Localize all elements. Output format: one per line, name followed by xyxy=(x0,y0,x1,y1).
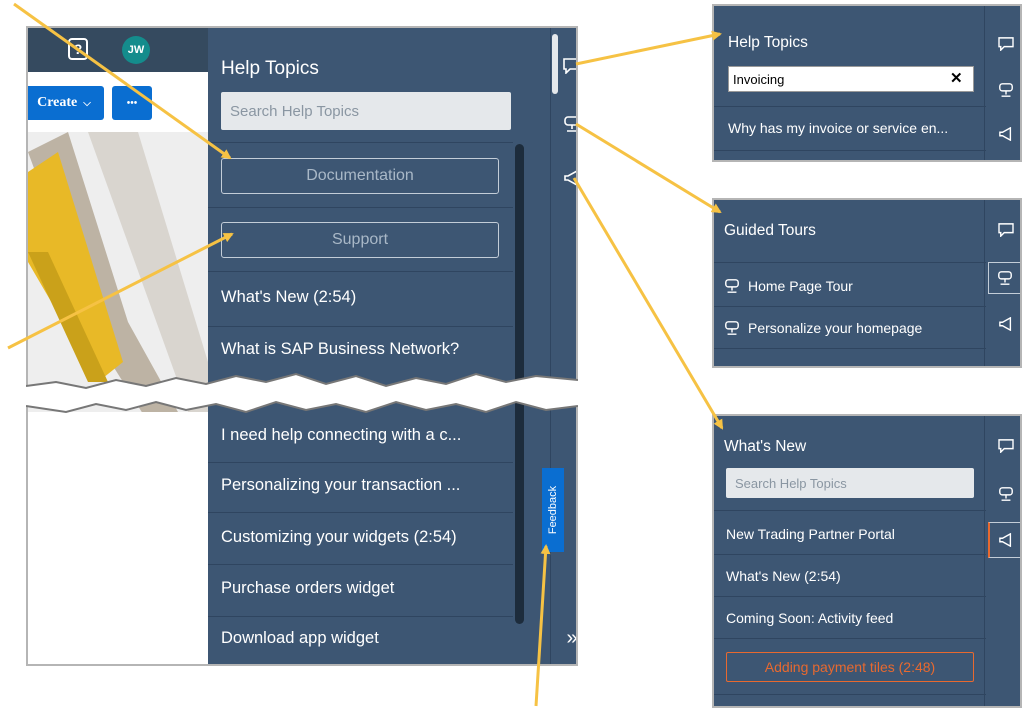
side-strip xyxy=(984,416,1020,706)
help-topics-chat-icon[interactable] xyxy=(994,434,1018,458)
avatar-initials: JW xyxy=(127,44,145,56)
more-actions-button[interactable]: ••• xyxy=(112,86,152,120)
help-panel: Help Topics Search Help Topics Documenta… xyxy=(208,28,550,664)
guided-tours-icon[interactable] xyxy=(561,112,576,136)
megaphone-icon[interactable] xyxy=(994,312,1018,336)
shell-bar: ? JW xyxy=(28,28,208,72)
guided-tours-icon[interactable] xyxy=(994,78,1018,102)
search-result-item[interactable]: Why has my invoice or service en... xyxy=(728,120,982,136)
list-item[interactable]: Customizing your widgets (2:54) xyxy=(221,528,511,547)
divider xyxy=(208,207,513,208)
divider xyxy=(208,512,513,513)
divider xyxy=(208,462,513,463)
help-panel-title: Help Topics xyxy=(221,58,319,79)
megaphone-icon[interactable] xyxy=(994,122,1018,146)
help-topics-search-panel: Help Topics Invoicing ✕ Why has my invoi… xyxy=(712,4,1022,162)
documentation-button[interactable]: Documentation xyxy=(221,158,499,194)
divider xyxy=(208,142,513,143)
create-button-label: Create xyxy=(37,95,78,110)
list-item[interactable]: What's New (2:54) xyxy=(726,568,982,584)
divider xyxy=(714,694,986,695)
list-item[interactable]: What's New (2:54) xyxy=(221,288,511,307)
megaphone-icon-active[interactable] xyxy=(988,522,1020,558)
create-button[interactable]: Create ⌵ xyxy=(28,86,104,120)
tour-item-label: Home Page Tour xyxy=(748,278,853,294)
help-topics-chat-icon[interactable] xyxy=(561,54,576,78)
divider xyxy=(714,106,986,107)
help-topics-chat-icon[interactable] xyxy=(994,218,1018,242)
divider xyxy=(714,150,986,151)
help-search-input[interactable]: Search Help Topics xyxy=(221,92,511,130)
list-item[interactable]: Purchase orders widget xyxy=(221,579,511,598)
torn-edge xyxy=(26,372,578,414)
chevron-down-icon: ⌵ xyxy=(83,97,91,109)
divider xyxy=(208,271,513,272)
help-topics-chat-icon[interactable] xyxy=(994,32,1018,56)
whats-new-panel: What's New Search Help Topics New Tradin… xyxy=(712,414,1022,708)
divider xyxy=(208,326,513,327)
collapse-panel-icon[interactable]: » xyxy=(561,626,576,650)
clear-icon[interactable]: ✕ xyxy=(950,69,963,87)
guided-tours-icon-active[interactable] xyxy=(988,262,1020,294)
guided-tours-icon[interactable] xyxy=(994,482,1018,506)
list-item[interactable]: I need help connecting with a c... xyxy=(221,426,511,445)
list-item[interactable]: New Trading Partner Portal xyxy=(726,526,982,542)
avatar[interactable]: JW xyxy=(122,36,150,64)
divider xyxy=(714,262,986,263)
tour-item-label: Personalize your homepage xyxy=(748,320,923,336)
feedback-tab[interactable]: Feedback xyxy=(542,468,564,552)
help-search-input[interactable]: Invoicing xyxy=(728,66,974,92)
list-item[interactable]: Personalizing your transaction ... xyxy=(221,476,511,495)
more-icon: ••• xyxy=(126,97,138,109)
search-value: Invoicing xyxy=(733,71,785,87)
callout-arrow-help-topics xyxy=(575,30,722,66)
help-search-input[interactable]: Search Help Topics xyxy=(726,468,974,498)
divider xyxy=(714,510,986,511)
divider xyxy=(714,596,986,597)
panel-title: Help Topics xyxy=(728,34,808,51)
main-screenshot: ? JW Create ⌵ ••• Help Topics Search Hel… xyxy=(26,26,578,666)
guided-tours-panel: Guided Tours Home Page Tour Personalize … xyxy=(712,198,1022,368)
scrollbar-thumb[interactable] xyxy=(552,34,558,94)
divider xyxy=(714,348,986,349)
divider xyxy=(714,554,986,555)
guided-tours-icon xyxy=(725,321,739,335)
divider xyxy=(714,638,986,639)
help-question-icon[interactable]: ? xyxy=(68,38,88,60)
panel-title: What's New xyxy=(724,438,807,455)
help-mode-strip: » xyxy=(550,28,576,664)
divider xyxy=(208,564,513,565)
list-item[interactable]: What is SAP Business Network? xyxy=(221,340,511,359)
list-item[interactable]: Download app widget xyxy=(221,629,511,648)
guided-tours-icon xyxy=(725,279,739,293)
highlighted-item-button[interactable]: Adding payment tiles (2:48) xyxy=(726,652,974,682)
list-item[interactable]: Coming Soon: Activity feed xyxy=(726,610,982,626)
panel-title: Guided Tours xyxy=(724,222,816,239)
action-bar: Create ⌵ ••• xyxy=(28,72,208,130)
divider xyxy=(714,306,986,307)
tour-item[interactable]: Home Page Tour xyxy=(724,278,984,294)
tour-item[interactable]: Personalize your homepage xyxy=(724,320,984,336)
support-button[interactable]: Support xyxy=(221,222,499,258)
megaphone-icon[interactable] xyxy=(561,166,576,190)
callout-arrow-whats-new xyxy=(572,177,724,430)
feedback-label: Feedback xyxy=(547,485,559,535)
divider xyxy=(208,616,513,617)
callout-arrow-guided-tours xyxy=(575,122,722,214)
